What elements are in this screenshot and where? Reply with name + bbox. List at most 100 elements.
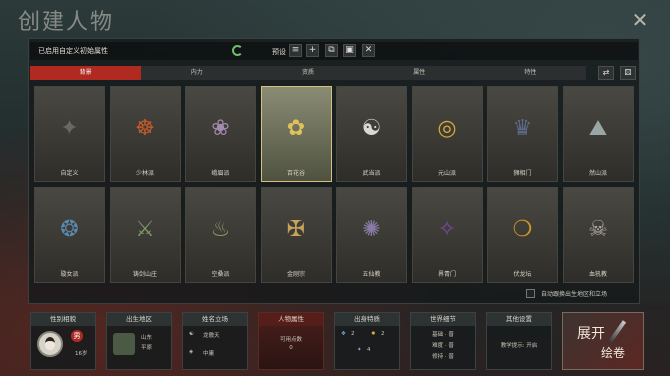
vajra-icon: ✠ xyxy=(286,216,306,242)
sect-card[interactable]: ⚔ 铸剑山庄 xyxy=(109,187,181,283)
close-button[interactable]: ✕ xyxy=(630,10,650,30)
world-detail-title: 世界细节 xyxy=(411,313,475,326)
sect-name: 然山派 xyxy=(588,170,607,177)
auto-switch-label: 自动跟换出生地区和立场 xyxy=(541,290,608,298)
attributes-title: 人物属性 xyxy=(259,313,323,326)
world-detail-cultivation: 修持 · 普 xyxy=(432,354,454,360)
tab-bar: 背景 内力 资质 属性 特性 xyxy=(30,66,586,80)
taiji-icon: ☯ xyxy=(361,115,382,141)
tab-inner-power[interactable]: 内力 xyxy=(141,66,252,80)
trait-value-2: 2 xyxy=(381,331,385,337)
world-detail-basic: 基础 · 普 xyxy=(432,332,454,338)
stance-icon: ◈ xyxy=(189,349,194,355)
sect-card[interactable]: ♛ 狮相门 xyxy=(487,86,558,182)
world-detail-card[interactable]: 世界细节 基础 · 普 难度 · 普 修持 · 普 xyxy=(410,312,476,370)
sect-card[interactable]: ☸ 少林派 xyxy=(109,86,181,182)
tripod-cauldron-icon: ♨ xyxy=(210,216,231,242)
origin-traits-card[interactable]: 出身特质 ❖ 2 ✹ 2 ✦ 4 xyxy=(334,312,400,370)
available-points-value: 0 xyxy=(289,345,293,351)
name-icon: ☯ xyxy=(189,331,194,337)
sect-card[interactable]: ✠ 金刚宗 xyxy=(260,187,332,283)
auto-switch-checkbox[interactable] xyxy=(526,288,535,298)
birthplace-card[interactable]: 出生地区 山东 平原 xyxy=(106,312,172,370)
sect-grid: ✦ 自定义 ☸ 少林派 ❀ 峨眉派 ✿ 百花谷 ☯ 武当派 ◎ 元山派 ♛ 狮相门 ⛰ 然山派 ❂ 璇女派 ⚔ 铸剑山… xyxy=(34,86,636,283)
blade-serpent-icon: ✧ xyxy=(437,216,457,242)
other-settings-title: 其他设置 xyxy=(487,313,551,326)
world-detail-difficulty: 难度 · 普 xyxy=(432,343,454,349)
attributes-card[interactable]: 人物属性 可用点数 0 xyxy=(258,312,324,370)
sect-card[interactable]: ☯ 武当派 xyxy=(336,86,407,182)
sect-card[interactable]: ✦ 自定义 xyxy=(34,86,105,182)
expand-label-2: 绘卷 xyxy=(601,346,626,360)
sect-name: 武当派 xyxy=(362,170,381,177)
sect-name: 界青门 xyxy=(437,271,456,278)
golden-flower-icon: ✿ xyxy=(286,115,306,141)
sect-card[interactable]: ⛰ 然山派 xyxy=(562,86,634,182)
sect-card[interactable]: ☠ 血犼教 xyxy=(562,187,634,283)
scorpion-icon: ✺ xyxy=(362,216,381,242)
birthplace-title: 出生地区 xyxy=(107,313,171,326)
sect-card[interactable]: ✺ 五仙教 xyxy=(336,187,407,283)
sect-name: 峨眉派 xyxy=(211,170,230,177)
swirl-orb-icon: ❂ xyxy=(60,216,79,242)
auto-switch-option[interactable]: 自动跟换出生地区和立场 xyxy=(526,287,636,299)
birthplace-terrain: 平原 xyxy=(141,345,153,351)
character-name: 龙傲天 xyxy=(203,333,220,339)
tab-attributes[interactable]: 属性 xyxy=(364,66,475,80)
trait-icon-1: ❖ xyxy=(341,331,346,337)
avatar[interactable] xyxy=(37,331,63,357)
sect-name: 自定义 xyxy=(60,170,79,177)
sect-name: 铸剑山庄 xyxy=(132,271,157,278)
character-stance: 中庸 xyxy=(203,351,215,357)
sect-name: 璇女派 xyxy=(60,271,79,278)
sect-name: 狮相门 xyxy=(513,170,532,177)
tutorial-hint-setting: 教学提示: 开启 xyxy=(500,343,538,349)
sect-card[interactable]: ❂ 璇女派 xyxy=(34,187,105,283)
preset-copy-button[interactable]: ⧉ xyxy=(325,44,338,57)
lion-head-icon: ♛ xyxy=(512,115,533,141)
other-settings-card[interactable]: 其他设置 教学提示: 开启 xyxy=(486,312,552,370)
preset-save-button[interactable]: ▣ xyxy=(343,44,356,57)
sword-cauldron-icon: ⚔ xyxy=(135,216,155,242)
gender-appearance-card[interactable]: 性别相貌 男 16岁 xyxy=(30,312,96,370)
tab-background[interactable]: 背景 xyxy=(30,66,142,80)
custom-attr-label: 已启用自定义初始属性 xyxy=(38,47,108,55)
sect-card[interactable]: ♨ 空桑派 xyxy=(185,187,256,283)
name-stance-card[interactable]: 姓名立场 ☯ 龙傲天 ◈ 中庸 xyxy=(182,312,248,370)
sect-name: 五仙教 xyxy=(362,271,381,278)
sect-name: 百花谷 xyxy=(286,170,305,177)
sect-card[interactable]: ◎ 元山派 xyxy=(411,86,483,182)
origin-traits-title: 出身特质 xyxy=(335,313,399,326)
trait-value-3: 4 xyxy=(367,347,371,353)
flame-beads-icon: ☸ xyxy=(135,115,155,141)
sect-card[interactable]: ❀ 峨眉派 xyxy=(185,86,256,182)
name-stance-title: 姓名立场 xyxy=(183,313,247,326)
sect-card[interactable]: ❍ 伏龙坛 xyxy=(487,187,558,283)
birthplace-region: 山东 xyxy=(141,335,153,341)
tab-aptitude[interactable]: 资质 xyxy=(252,66,363,80)
sect-name: 伏龙坛 xyxy=(513,271,532,278)
dice-icon[interactable]: ⚄ xyxy=(620,66,636,80)
male-icon: 男 xyxy=(71,330,83,342)
golden-ring-icon: ◎ xyxy=(437,115,457,141)
refresh-icon[interactable] xyxy=(232,45,243,56)
swap-icon[interactable]: ⇄ xyxy=(598,66,614,80)
page-title: 创建人物 xyxy=(18,10,115,35)
expand-label-1: 展开 xyxy=(577,326,605,342)
beast-head-icon: ☠ xyxy=(588,216,608,242)
top-bar: 已启用自定义初始属性 预设 ≡ + ⧉ ▣ ✕ xyxy=(30,42,638,60)
dragon-ring-icon: ❍ xyxy=(512,216,533,242)
expand-scroll-button[interactable]: 展开 绘卷 xyxy=(562,312,644,370)
gender-appearance-title: 性别相貌 xyxy=(31,313,95,326)
tab-traits[interactable]: 特性 xyxy=(475,66,586,80)
sect-name: 血犼教 xyxy=(588,271,607,278)
sect-card[interactable]: ✿ 百花谷 xyxy=(260,86,332,182)
sect-name: 少林派 xyxy=(135,170,154,177)
sect-card[interactable]: ✧ 界青门 xyxy=(411,187,483,283)
trait-value-1: 2 xyxy=(351,331,355,337)
lotus-icon: ❀ xyxy=(211,115,230,141)
preset-add-button[interactable]: + xyxy=(306,44,319,57)
preset-list-button[interactable]: ≡ xyxy=(289,44,302,57)
sect-name: 空桑派 xyxy=(211,271,230,278)
preset-delete-button[interactable]: ✕ xyxy=(362,44,375,57)
